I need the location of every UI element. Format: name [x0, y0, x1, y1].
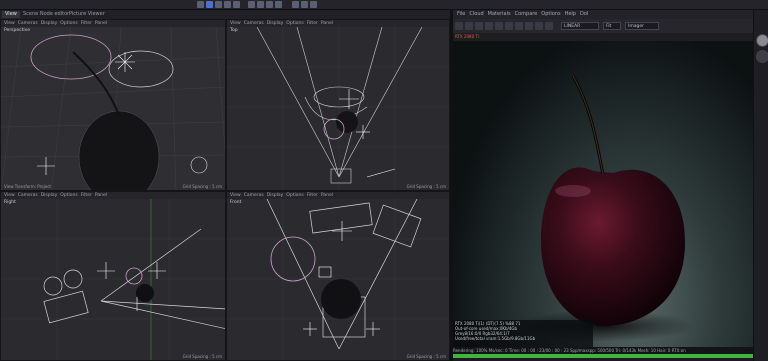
render-view-icon[interactable]	[292, 1, 299, 8]
polygons-mode-icon[interactable]	[275, 1, 282, 8]
render-status-bar: Rendering: 100% Ms/sec: 0 Time: 00 : 00 …	[453, 347, 753, 354]
rotate-icon[interactable]	[233, 1, 240, 8]
right-scene	[1, 199, 225, 360]
viewport-menu: View Cameras Display Options Filter Panel	[227, 192, 449, 199]
viewport-top[interactable]: View Cameras Display Options Filter Panel Top…	[226, 19, 450, 191]
restart-render-icon[interactable]	[465, 22, 473, 30]
viewport-menu: View Cameras Display Options Filter Panel	[1, 20, 225, 27]
zoom-select[interactable]: Fit	[603, 22, 621, 30]
menu-compare[interactable]: Compare	[515, 11, 538, 17]
scale-icon[interactable]	[224, 1, 231, 8]
render-output[interactable]	[453, 41, 753, 347]
render-view-menu: File Cloud Materials Compare Options Help Dol	[453, 10, 753, 19]
stats-line: Used/free/total vram:1.5Gb/9.8Gb/11Gb	[455, 336, 536, 341]
perspective-scene	[1, 27, 225, 190]
menu-view[interactable]: View	[4, 193, 15, 198]
move-icon[interactable]	[215, 1, 222, 8]
view-transform-label: View Transform: Project	[4, 184, 51, 189]
render-progress-bar	[453, 354, 753, 358]
viewport-perspective[interactable]: View Cameras Display Options Filter Panel Per…	[0, 19, 226, 191]
stop-render-icon[interactable]	[485, 22, 493, 30]
view-tabs: View Scene Node editor Picture Viewer	[0, 10, 450, 19]
colorspace-select[interactable]: LINEAR	[561, 22, 599, 30]
menu-filter[interactable]: Filter	[81, 21, 92, 26]
send-scene-icon[interactable]	[455, 22, 463, 30]
menu-filter[interactable]: Filter	[81, 193, 92, 198]
tab-view[interactable]: View	[2, 11, 20, 18]
menu-view[interactable]: View	[230, 193, 241, 198]
tab-scene-node-editor[interactable]: Scene Node editor	[20, 11, 72, 18]
menu-panel[interactable]: Panel	[95, 193, 107, 198]
menu-cameras[interactable]: Cameras	[244, 193, 264, 198]
grid-spacing-label: Grid Spacing : 5 cm	[406, 184, 446, 189]
undo-icon[interactable]	[197, 1, 204, 8]
focus-picker-icon[interactable]	[515, 22, 523, 30]
material-picker-icon[interactable]	[525, 22, 533, 30]
top-scene	[227, 27, 449, 190]
menu-display[interactable]: Display	[267, 21, 284, 26]
menu-display[interactable]: Display	[41, 21, 58, 26]
menu-cameras[interactable]: Cameras	[244, 21, 264, 26]
viewport-label: Perspective	[4, 28, 31, 33]
model-mode-icon[interactable]	[248, 1, 255, 8]
lock-icon[interactable]	[495, 22, 503, 30]
material-thumbnail[interactable]	[756, 50, 768, 63]
render-stats-overlay: RTX 2080 Ti(1) (DT)(7.5) %88 71 Out-of-c…	[453, 320, 593, 348]
menu-panel[interactable]: Panel	[95, 21, 107, 26]
cherry-render	[513, 75, 693, 342]
device-label: RTX 2080 Ti	[455, 34, 479, 39]
render-settings-icon[interactable]	[310, 1, 317, 8]
mode-select[interactable]: Imager	[625, 22, 659, 30]
grid-spacing-label: Grid Spacing : 5 cm	[182, 354, 222, 359]
menu-options[interactable]: Options	[60, 21, 77, 26]
menu-cameras[interactable]: Cameras	[18, 21, 38, 26]
edges-mode-icon[interactable]	[266, 1, 273, 8]
viewport-menu: View Cameras Display Options Filter Panel	[1, 192, 225, 199]
menu-options[interactable]: Options	[541, 11, 560, 17]
object-picker-icon[interactable]	[535, 22, 543, 30]
menu-dol[interactable]: Dol	[580, 11, 588, 17]
main-toolbar	[0, 0, 768, 10]
menu-filter[interactable]: Filter	[307, 21, 318, 26]
select-icon[interactable]	[206, 1, 213, 8]
grid-spacing-label: Grid Spacing : 5 cm	[182, 184, 222, 189]
material-thumbnail[interactable]	[756, 34, 768, 47]
front-scene	[227, 199, 449, 360]
menu-options[interactable]: Options	[60, 193, 77, 198]
menu-materials[interactable]: Materials	[488, 11, 511, 17]
grid-spacing-label: Grid Spacing : 5 cm	[406, 354, 446, 359]
tab-picture-viewer[interactable]: Picture Viewer	[66, 11, 108, 18]
render-info-strip: RTX 2080 Ti	[453, 33, 753, 41]
points-mode-icon[interactable]	[257, 1, 264, 8]
menu-view[interactable]: View	[230, 21, 241, 26]
menu-panel[interactable]: Panel	[321, 21, 333, 26]
viewport-label: Front	[230, 200, 242, 205]
menu-display[interactable]: Display	[41, 193, 58, 198]
viewport-menu: View Cameras Display Options Filter Panel	[227, 20, 449, 27]
menu-options[interactable]: Options	[286, 21, 303, 26]
menu-cloud[interactable]: Cloud	[469, 11, 483, 17]
camera-picker-icon[interactable]	[545, 22, 553, 30]
menu-options[interactable]: Options	[286, 193, 303, 198]
menu-view[interactable]: View	[4, 21, 15, 26]
menu-help[interactable]: Help	[565, 11, 576, 17]
viewport-right[interactable]: View Cameras Display Options Filter Panel Rig…	[0, 191, 226, 361]
viewport-label: Top	[230, 28, 238, 33]
region-icon[interactable]	[505, 22, 513, 30]
render-view-toolbar: LINEAR Fit Imager	[453, 19, 753, 33]
render-status-text: Rendering: 100% Ms/sec: 0 Time: 00 : 00 …	[453, 348, 686, 353]
menu-display[interactable]: Display	[267, 193, 284, 198]
pause-render-icon[interactable]	[475, 22, 483, 30]
viewport-front[interactable]: View Cameras Display Options Filter Panel Fro…	[226, 191, 450, 361]
render-icon[interactable]	[301, 1, 308, 8]
menu-filter[interactable]: Filter	[307, 193, 318, 198]
viewport-label: Right	[4, 200, 16, 205]
menu-panel[interactable]: Panel	[321, 193, 333, 198]
material-thumbnail-strip	[753, 10, 768, 361]
menu-file[interactable]: File	[457, 11, 465, 17]
render-progress-fill	[453, 354, 753, 358]
menu-cameras[interactable]: Cameras	[18, 193, 38, 198]
